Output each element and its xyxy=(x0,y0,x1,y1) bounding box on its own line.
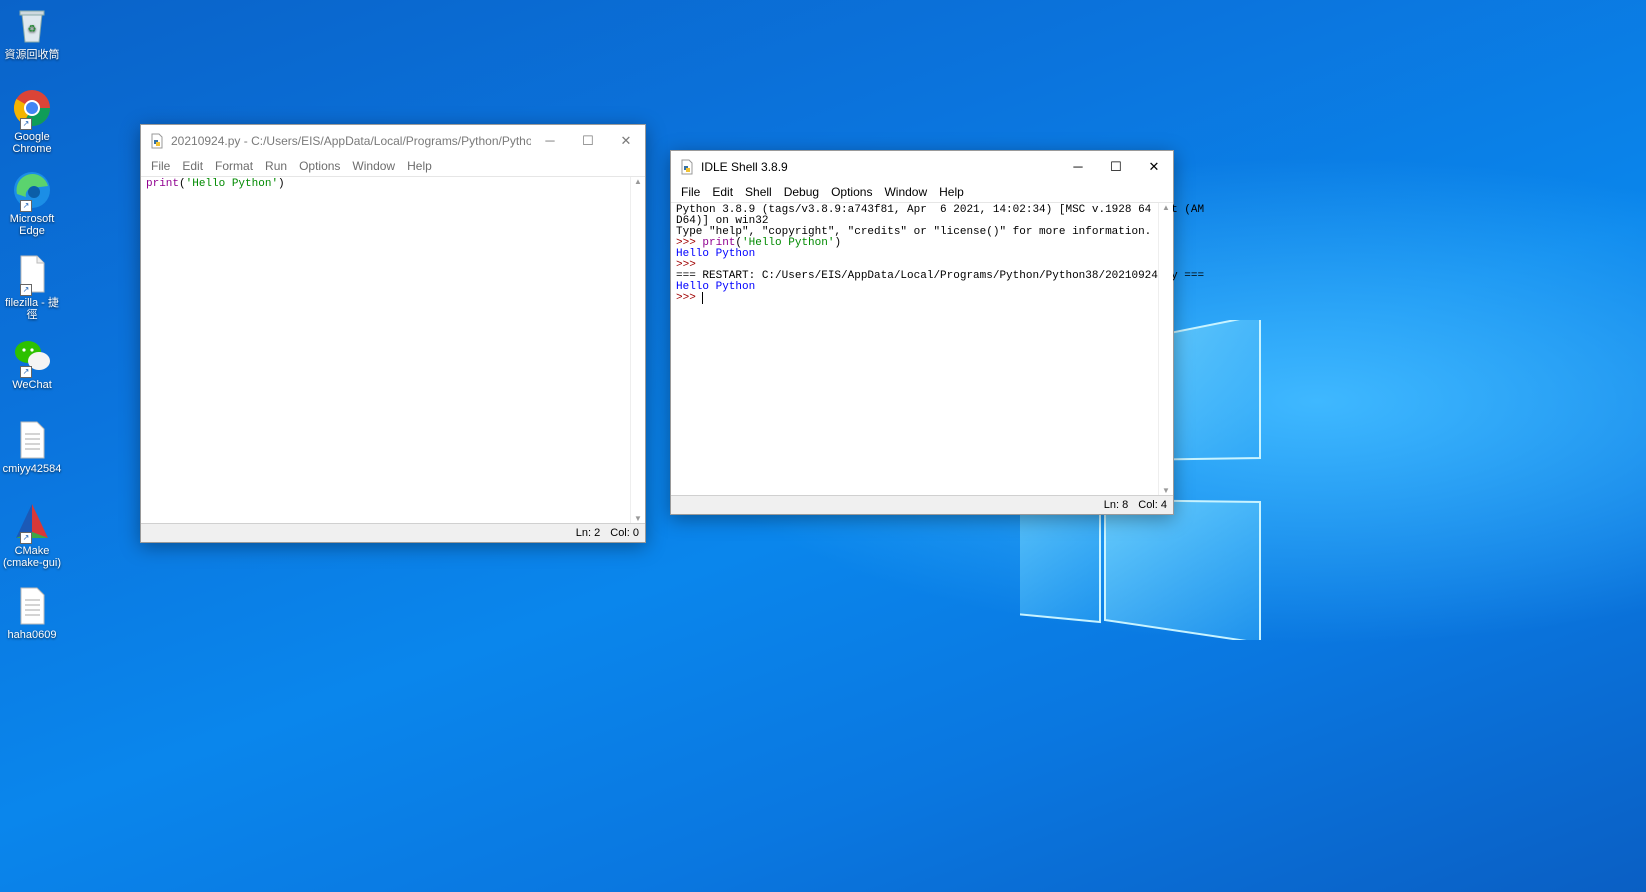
close-button[interactable]: ✕ xyxy=(607,125,645,156)
desktop-icon-label: WeChat xyxy=(12,379,52,391)
shortcut-arrow-icon: ↗ xyxy=(20,284,32,296)
scroll-up-icon[interactable]: ▲ xyxy=(631,177,645,186)
shell-text-area[interactable]: Python 3.8.9 (tags/v3.8.9:a743f81, Apr 6… xyxy=(671,202,1204,495)
edge-icon: ↗ xyxy=(12,170,52,212)
menu-window[interactable]: Window xyxy=(878,185,933,199)
desktop-icon-cmiyy42584[interactable]: cmiyy42584 xyxy=(0,420,64,475)
desktop-icon-label: filezilla - 捷徑 xyxy=(5,297,59,321)
shortcut-arrow-icon: ↗ xyxy=(20,532,32,544)
scroll-down-icon[interactable]: ▼ xyxy=(631,514,645,523)
editor-window[interactable]: 20210924.py - C:/Users/EIS/AppData/Local… xyxy=(140,124,646,543)
shortcut-arrow-icon: ↗ xyxy=(20,200,32,212)
menu-window[interactable]: Window xyxy=(346,159,401,173)
desktop-icon-label: 資源回收筒 xyxy=(4,49,60,61)
text-cursor: ​ xyxy=(702,292,704,304)
minimize-button[interactable]: ─ xyxy=(531,125,569,156)
menu-edit[interactable]: Edit xyxy=(706,185,739,199)
desktop-icon-edge[interactable]: ↗ Microsoft Edge xyxy=(0,170,64,237)
python-file-icon xyxy=(151,133,163,148)
wechat-icon: ↗ xyxy=(12,336,52,378)
shell-input-line[interactable]: >>> ​ xyxy=(676,292,1168,304)
menu-options[interactable]: Options xyxy=(293,159,346,173)
shell-menubar: File Edit Shell Debug Options Window Hel… xyxy=(671,182,1173,202)
chrome-icon: ↗ xyxy=(12,88,52,130)
shortcut-arrow-icon: ↗ xyxy=(20,118,32,130)
desktop-icon-chrome[interactable]: ↗ Google Chrome xyxy=(0,88,64,155)
menu-run[interactable]: Run xyxy=(259,159,293,173)
desktop-icon-filezilla[interactable]: ↗ filezilla - 捷徑 xyxy=(0,254,64,321)
svg-text:♻: ♻ xyxy=(28,24,37,35)
shell-output-line: Hello Python xyxy=(676,248,756,260)
shell-title: IDLE Shell 3.8.9 xyxy=(701,159,788,174)
menu-edit[interactable]: Edit xyxy=(176,159,209,173)
editor-menubar: File Edit Format Run Options Window Help xyxy=(141,156,645,176)
shell-titlebar[interactable]: IDLE Shell 3.8.9 ─ ☐ ✕ xyxy=(671,151,1173,182)
desktop-icon-cmake[interactable]: ↗ CMake (cmake-gui) xyxy=(0,502,64,569)
maximize-button[interactable]: ☐ xyxy=(569,125,607,156)
code-line: print('Hello Python') xyxy=(146,178,285,190)
recycle-bin-icon: ♻ xyxy=(12,6,52,46)
menu-file[interactable]: File xyxy=(675,185,706,199)
file-icon: ↗ xyxy=(12,254,52,296)
line-indicator: Ln: 8 xyxy=(1103,499,1129,511)
shell-output-line: Hello Python xyxy=(676,281,756,293)
menu-format[interactable]: Format xyxy=(209,159,259,173)
desktop-icon-recycle-bin[interactable]: ♻ 資源回收筒 xyxy=(0,6,64,61)
close-button[interactable]: ✕ xyxy=(1135,151,1173,182)
menu-debug[interactable]: Debug xyxy=(778,185,825,199)
menu-options[interactable]: Options xyxy=(825,185,878,199)
shell-statusbar: Ln: 8 Col: 4 xyxy=(671,495,1173,514)
menu-shell[interactable]: Shell xyxy=(739,185,778,199)
minimize-button[interactable]: ─ xyxy=(1059,151,1097,182)
desktop-icon-wechat[interactable]: ↗ WeChat xyxy=(0,336,64,391)
vertical-scrollbar[interactable]: ▲ ▼ xyxy=(630,177,645,523)
scroll-up-icon[interactable]: ▲ xyxy=(1159,203,1173,212)
desktop-icon-label: Microsoft Edge xyxy=(9,213,55,237)
column-indicator: Col: 0 xyxy=(610,527,639,539)
desktop-icon-label: haha0609 xyxy=(7,629,57,641)
text-file-icon xyxy=(12,586,52,626)
python-file-icon xyxy=(681,159,693,174)
desktop-icon-label: Google Chrome xyxy=(12,131,52,155)
menu-help[interactable]: Help xyxy=(933,185,970,199)
maximize-button[interactable]: ☐ xyxy=(1097,151,1135,182)
shell-output: Python 3.8.9 (tags/v3.8.9:a743f81, Apr 6… xyxy=(671,203,1204,306)
line-indicator: Ln: 2 xyxy=(575,527,601,539)
column-indicator: Col: 4 xyxy=(1138,499,1167,511)
editor-title: 20210924.py - C:/Users/EIS/AppData/Local… xyxy=(171,133,531,148)
editor-text-area[interactable]: print('Hello Python') ▲ ▼ xyxy=(141,176,645,523)
scroll-down-icon[interactable]: ▼ xyxy=(1159,486,1173,495)
desktop-icon-haha0609[interactable]: haha0609 xyxy=(0,586,64,641)
editor-titlebar[interactable]: 20210924.py - C:/Users/EIS/AppData/Local… xyxy=(141,125,645,156)
desktop-icon-label: cmiyy42584 xyxy=(2,463,62,475)
vertical-scrollbar[interactable]: ▲ ▼ xyxy=(1158,203,1173,495)
cmake-icon: ↗ xyxy=(12,502,52,544)
text-file-icon xyxy=(12,420,52,460)
menu-help[interactable]: Help xyxy=(401,159,438,173)
menu-file[interactable]: File xyxy=(145,159,176,173)
shell-window[interactable]: IDLE Shell 3.8.9 ─ ☐ ✕ File Edit Shell D… xyxy=(670,150,1204,515)
editor-statusbar: Ln: 2 Col: 0 xyxy=(141,523,645,542)
shortcut-arrow-icon: ↗ xyxy=(20,366,32,378)
desktop-icon-label: CMake (cmake-gui) xyxy=(2,545,62,569)
